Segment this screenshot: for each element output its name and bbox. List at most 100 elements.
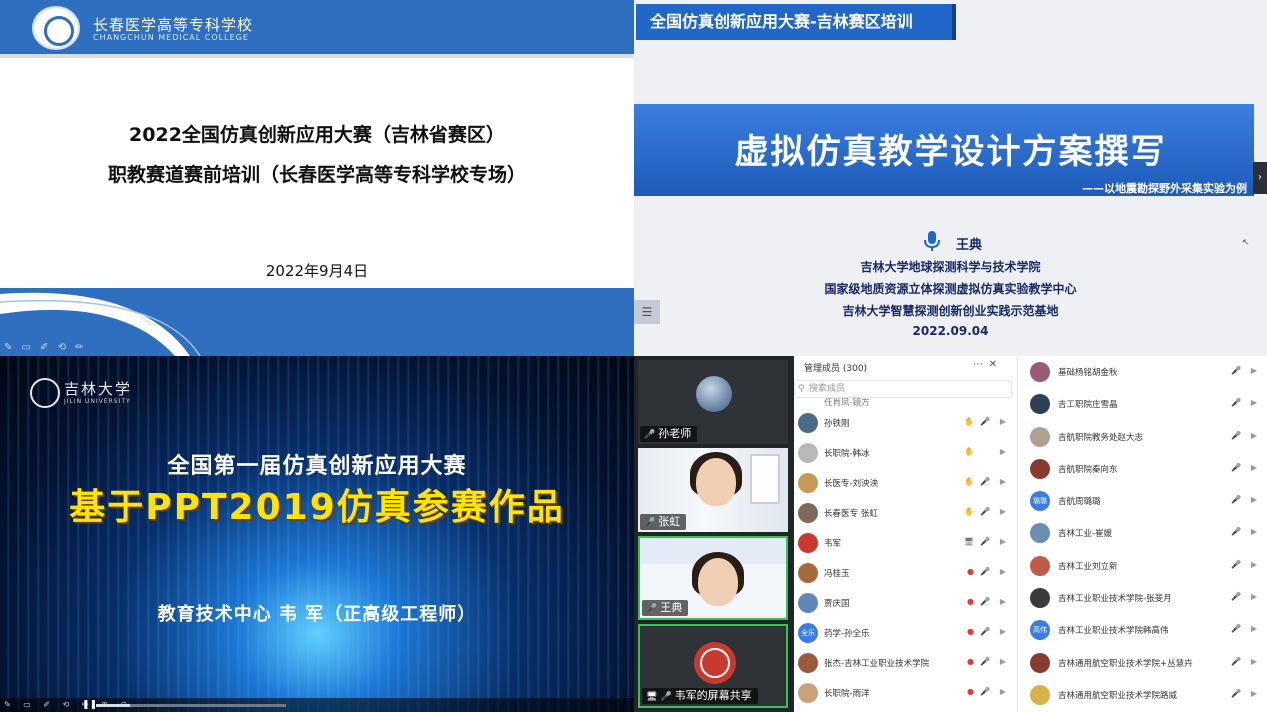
- video-tile[interactable]: 🎤 孙老师: [638, 360, 788, 444]
- list-item[interactable]: 吉工职院庄雪晶 🎤 ▶: [1018, 388, 1267, 420]
- video-tile-speaking[interactable]: 🎤 王典: [638, 536, 788, 620]
- playback-progress-bar[interactable]: [96, 704, 286, 707]
- university-name-cn: 吉林大学: [64, 380, 133, 398]
- record-icon[interactable]: ●: [967, 657, 974, 667]
- list-item[interactable]: 吉航职院教务处赵大志 🎤 ▶: [1018, 421, 1267, 453]
- mic-muted-icon[interactable]: 🎤: [980, 657, 990, 667]
- list-item[interactable]: 吉航职院秦向东 🎤 ▶: [1018, 453, 1267, 485]
- mic-muted-icon[interactable]: 🎤: [980, 477, 990, 487]
- screen-share-icon[interactable]: 🖥: [964, 537, 974, 547]
- list-item[interactable]: 全乐 药学-孙全乐 ● 🎤 ▶: [798, 618, 1014, 648]
- raise-hand-icon[interactable]: ✋: [964, 447, 974, 457]
- list-item[interactable]: 吉林通用航空职业技术学院路威 🎤 ▶: [1018, 679, 1267, 711]
- camera-off-icon[interactable]: ▶: [1251, 657, 1257, 666]
- camera-off-icon[interactable]: ▶: [1251, 398, 1257, 407]
- camera-off-icon[interactable]: ▶: [1251, 366, 1257, 375]
- camera-off-icon[interactable]: ▶: [1251, 431, 1257, 440]
- record-icon[interactable]: ●: [967, 627, 974, 637]
- list-item[interactable]: 长春医专 张虹 ✋ 🎤 ▶: [798, 498, 1014, 528]
- mic-muted-icon[interactable]: 🎤: [1231, 527, 1241, 536]
- mic-muted-icon[interactable]: 🎤: [980, 417, 990, 427]
- list-item[interactable]: 吉林工业-崔媛 🎤 ▶: [1018, 517, 1267, 549]
- camera-off-icon[interactable]: ▶: [1251, 560, 1257, 569]
- camera-off-icon[interactable]: ▶: [1251, 463, 1257, 472]
- chevron-right-icon[interactable]: ›: [1253, 162, 1267, 194]
- list-item[interactable]: 高伟 吉林工业职业技术学院韩高伟 🎤 ▶: [1018, 614, 1267, 646]
- record-icon[interactable]: ●: [967, 687, 974, 697]
- list-item[interactable]: 冯桂玉 ● 🎤 ▶: [798, 558, 1014, 588]
- record-icon[interactable]: ●: [967, 597, 974, 607]
- list-item[interactable]: 吉林通用航空职业技术学院+丛慧卉 🎤 ▶: [1018, 647, 1267, 679]
- list-item[interactable]: 长职院-韩冰 ✋ ▶: [798, 438, 1014, 468]
- list-item[interactable]: 基础杨铭胡金秋 🎤 ▶: [1018, 356, 1267, 388]
- list-item[interactable]: 孙铁刚 ✋ 🎤 ▶: [798, 408, 1014, 438]
- list-item[interactable]: 任肖凤-镜方: [798, 398, 1014, 408]
- mic-muted-icon[interactable]: 🎤: [1231, 431, 1241, 440]
- mic-muted-icon[interactable]: 🎤: [1231, 592, 1241, 601]
- list-item[interactable]: 长职院-雨洋 ● 🎤 ▶: [798, 678, 1014, 708]
- mic-muted-icon[interactable]: 🎤: [980, 507, 990, 517]
- record-icon[interactable]: ●: [967, 567, 974, 577]
- mic-muted-icon[interactable]: 🎤: [980, 627, 990, 637]
- member-name: 吉航周璐璐: [1058, 497, 1101, 508]
- mic-muted-icon[interactable]: 🎤: [980, 567, 990, 577]
- raise-hand-icon[interactable]: ✋: [964, 417, 974, 427]
- camera-off-icon[interactable]: ▶: [1000, 477, 1006, 487]
- raise-hand-icon[interactable]: ✋: [964, 477, 974, 487]
- member-name: 吉林工业职业技术学院韩高伟: [1058, 626, 1169, 637]
- list-item[interactable]: 吉林工业职业技术学院-张斐月 🎤 ▶: [1018, 582, 1267, 614]
- avatar: [1030, 458, 1050, 479]
- mic-muted-icon[interactable]: 🎤: [1231, 366, 1241, 375]
- video-tile[interactable]: 🎤 张虹: [638, 448, 788, 532]
- annotation-toolbar-icons[interactable]: ✎ ▭ ✐ ⟲ ✏: [4, 342, 87, 353]
- camera-off-icon[interactable]: ▶: [1000, 507, 1006, 517]
- camera-off-icon[interactable]: ▶: [1251, 689, 1257, 698]
- mic-muted-icon[interactable]: 🎤: [1231, 463, 1241, 472]
- avatar: [1030, 652, 1050, 673]
- mic-muted-icon[interactable]: 🎤: [1231, 689, 1241, 698]
- list-item[interactable]: 长医专-刘泱泱 ✋ 🎤 ▶: [798, 468, 1014, 498]
- list-item[interactable]: 韦军 🖥 🎤 ▶: [798, 528, 1014, 558]
- list-item[interactable]: 贾庆国 ● 🎤 ▶: [798, 588, 1014, 618]
- list-item[interactable]: 张杰-吉林工业职业技术学院 ● 🎤 ▶: [798, 648, 1014, 678]
- college-name-en: CHANGCHUN MEDICAL COLLEGE: [93, 33, 249, 42]
- close-icon[interactable]: ✕: [989, 359, 997, 370]
- slide-video-jilin: 吉林大学 JILIN UNIVERSITY 全国第一届仿真创新应用大赛 基于PP…: [0, 356, 634, 712]
- mic-muted-icon[interactable]: 🎤: [1231, 560, 1241, 569]
- mic-muted-icon[interactable]: 🎤: [1231, 495, 1241, 504]
- camera-off-icon[interactable]: ▶: [1000, 657, 1006, 667]
- camera-off-icon[interactable]: ▶: [1000, 597, 1006, 607]
- mic-muted-icon[interactable]: 🎤: [980, 597, 990, 607]
- mic-muted-icon[interactable]: 🎤: [1231, 657, 1241, 666]
- member-name: 吉林工业职业技术学院-张斐月: [1058, 594, 1172, 605]
- more-icon[interactable]: ⋯: [973, 359, 983, 370]
- video-tile-label: 🎤 孙老师: [640, 426, 698, 442]
- mic-muted-icon[interactable]: 🎤: [980, 687, 990, 697]
- university-name-en: JILIN UNIVERSITY: [64, 398, 131, 405]
- list-item[interactable]: 吉林工业刘立新 🎤 ▶: [1018, 550, 1267, 582]
- member-search-input[interactable]: 搜索成员: [794, 380, 1012, 398]
- raise-hand-icon[interactable]: ✋: [964, 507, 974, 517]
- slide-subtitle: ——以地震勘探野外采集实验为例: [1082, 182, 1247, 195]
- avatar: [1030, 555, 1050, 576]
- camera-off-icon[interactable]: ▶: [1000, 417, 1006, 427]
- camera-off-icon[interactable]: ▶: [1000, 687, 1006, 697]
- avatar: [798, 593, 818, 613]
- camera-off-icon[interactable]: ▶: [1251, 527, 1257, 536]
- camera-off-icon[interactable]: ▶: [1000, 537, 1006, 547]
- video-tile-screen-share[interactable]: 🖥 🎤 韦军的屏幕共享: [638, 624, 788, 708]
- camera-off-icon[interactable]: ▶: [1000, 627, 1006, 637]
- camera-off-icon[interactable]: ▶: [1251, 624, 1257, 633]
- mic-muted-icon[interactable]: 🎤: [1231, 624, 1241, 633]
- mic-muted-icon[interactable]: 🎤: [980, 537, 990, 547]
- list-icon[interactable]: ☰: [634, 300, 660, 324]
- list-item[interactable]: 璐璐 吉航周璐璐 🎤 ▶: [1018, 485, 1267, 517]
- camera-off-icon[interactable]: ▶: [1000, 447, 1006, 457]
- camera-off-icon[interactable]: ▶: [1251, 592, 1257, 601]
- camera-off-icon[interactable]: ▶: [1251, 495, 1257, 504]
- mic-muted-icon[interactable]: 🎤: [1231, 398, 1241, 407]
- pause-icon[interactable]: ❚❚: [82, 700, 97, 710]
- camera-feed-face: [698, 558, 738, 606]
- cursor-icon: ↖: [1242, 238, 1250, 248]
- camera-off-icon[interactable]: ▶: [1000, 567, 1006, 577]
